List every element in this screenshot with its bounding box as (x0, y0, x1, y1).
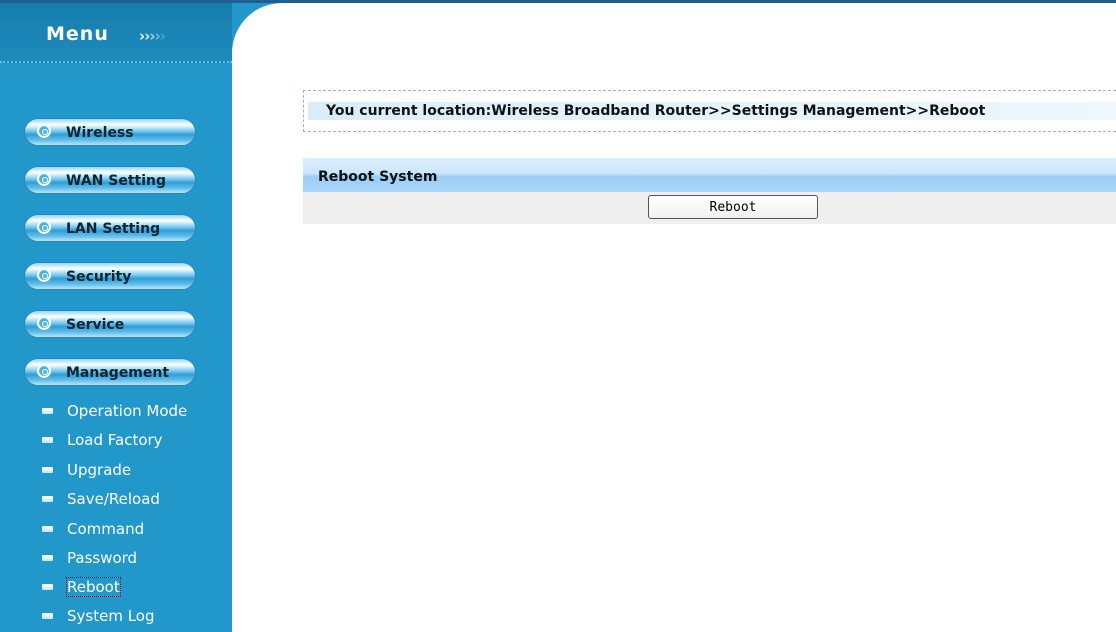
menu-header: Menu ››››› (0, 3, 232, 63)
circle-bullet-icon (37, 124, 51, 138)
bullet-icon (42, 437, 53, 443)
nav-wireless-label: Wireless (66, 125, 134, 141)
sidebar: Menu ››››› Wireless WAN Setting LAN Sett… (0, 3, 232, 632)
reboot-section: Reboot System Reboot (303, 158, 1116, 224)
section-header: Reboot System (303, 158, 1116, 192)
bullet-icon (42, 555, 53, 561)
sub-item-label: Save/Reload (67, 490, 160, 508)
nav-lan-setting-label: LAN Setting (66, 221, 161, 237)
nav-security-label: Security (66, 269, 132, 285)
reboot-button[interactable]: Reboot (648, 195, 818, 219)
nav-wan-setting[interactable]: WAN Setting (24, 166, 196, 194)
circle-bullet-icon (37, 268, 51, 282)
circle-bullet-icon (37, 172, 51, 186)
sub-item-label: Reboot (66, 577, 121, 597)
breadcrumb: You current location:Wireless Broadband … (326, 103, 986, 119)
bullet-icon (42, 496, 53, 502)
circle-bullet-icon (37, 220, 51, 234)
bullet-icon (42, 467, 53, 473)
nav-wan-setting-label: WAN Setting (66, 173, 166, 189)
section-body: Reboot (303, 192, 1116, 224)
location-bar: You current location:Wireless Broadband … (303, 90, 1116, 132)
menu-arrows-icon: ››››› (139, 27, 166, 45)
sub-item-label: System Log (67, 607, 155, 625)
bullet-icon (42, 613, 53, 619)
nav-security[interactable]: Security (24, 262, 196, 290)
bullet-icon (42, 408, 53, 414)
sub-item-label: Command (67, 520, 145, 538)
bullet-icon (42, 526, 53, 532)
sub-item-label: Password (67, 549, 138, 567)
nav-management-label: Management (66, 365, 170, 381)
sidebar-corner (232, 3, 282, 53)
sub-item-label: Operation Mode (67, 402, 188, 420)
circle-bullet-icon (37, 316, 51, 330)
section-title: Reboot System (318, 169, 438, 185)
nav-lan-setting[interactable]: LAN Setting (24, 214, 196, 242)
bullet-icon (42, 584, 53, 590)
sub-item-label: Upgrade (67, 461, 132, 479)
circle-bullet-icon (37, 364, 51, 378)
nav-management[interactable]: Management (24, 358, 196, 386)
nav-service-label: Service (66, 317, 125, 333)
nav-service[interactable]: Service (24, 310, 196, 338)
sub-item-label: Load Factory (67, 431, 163, 449)
nav-wireless[interactable]: Wireless (24, 118, 196, 146)
menu-title: Menu (46, 23, 109, 45)
